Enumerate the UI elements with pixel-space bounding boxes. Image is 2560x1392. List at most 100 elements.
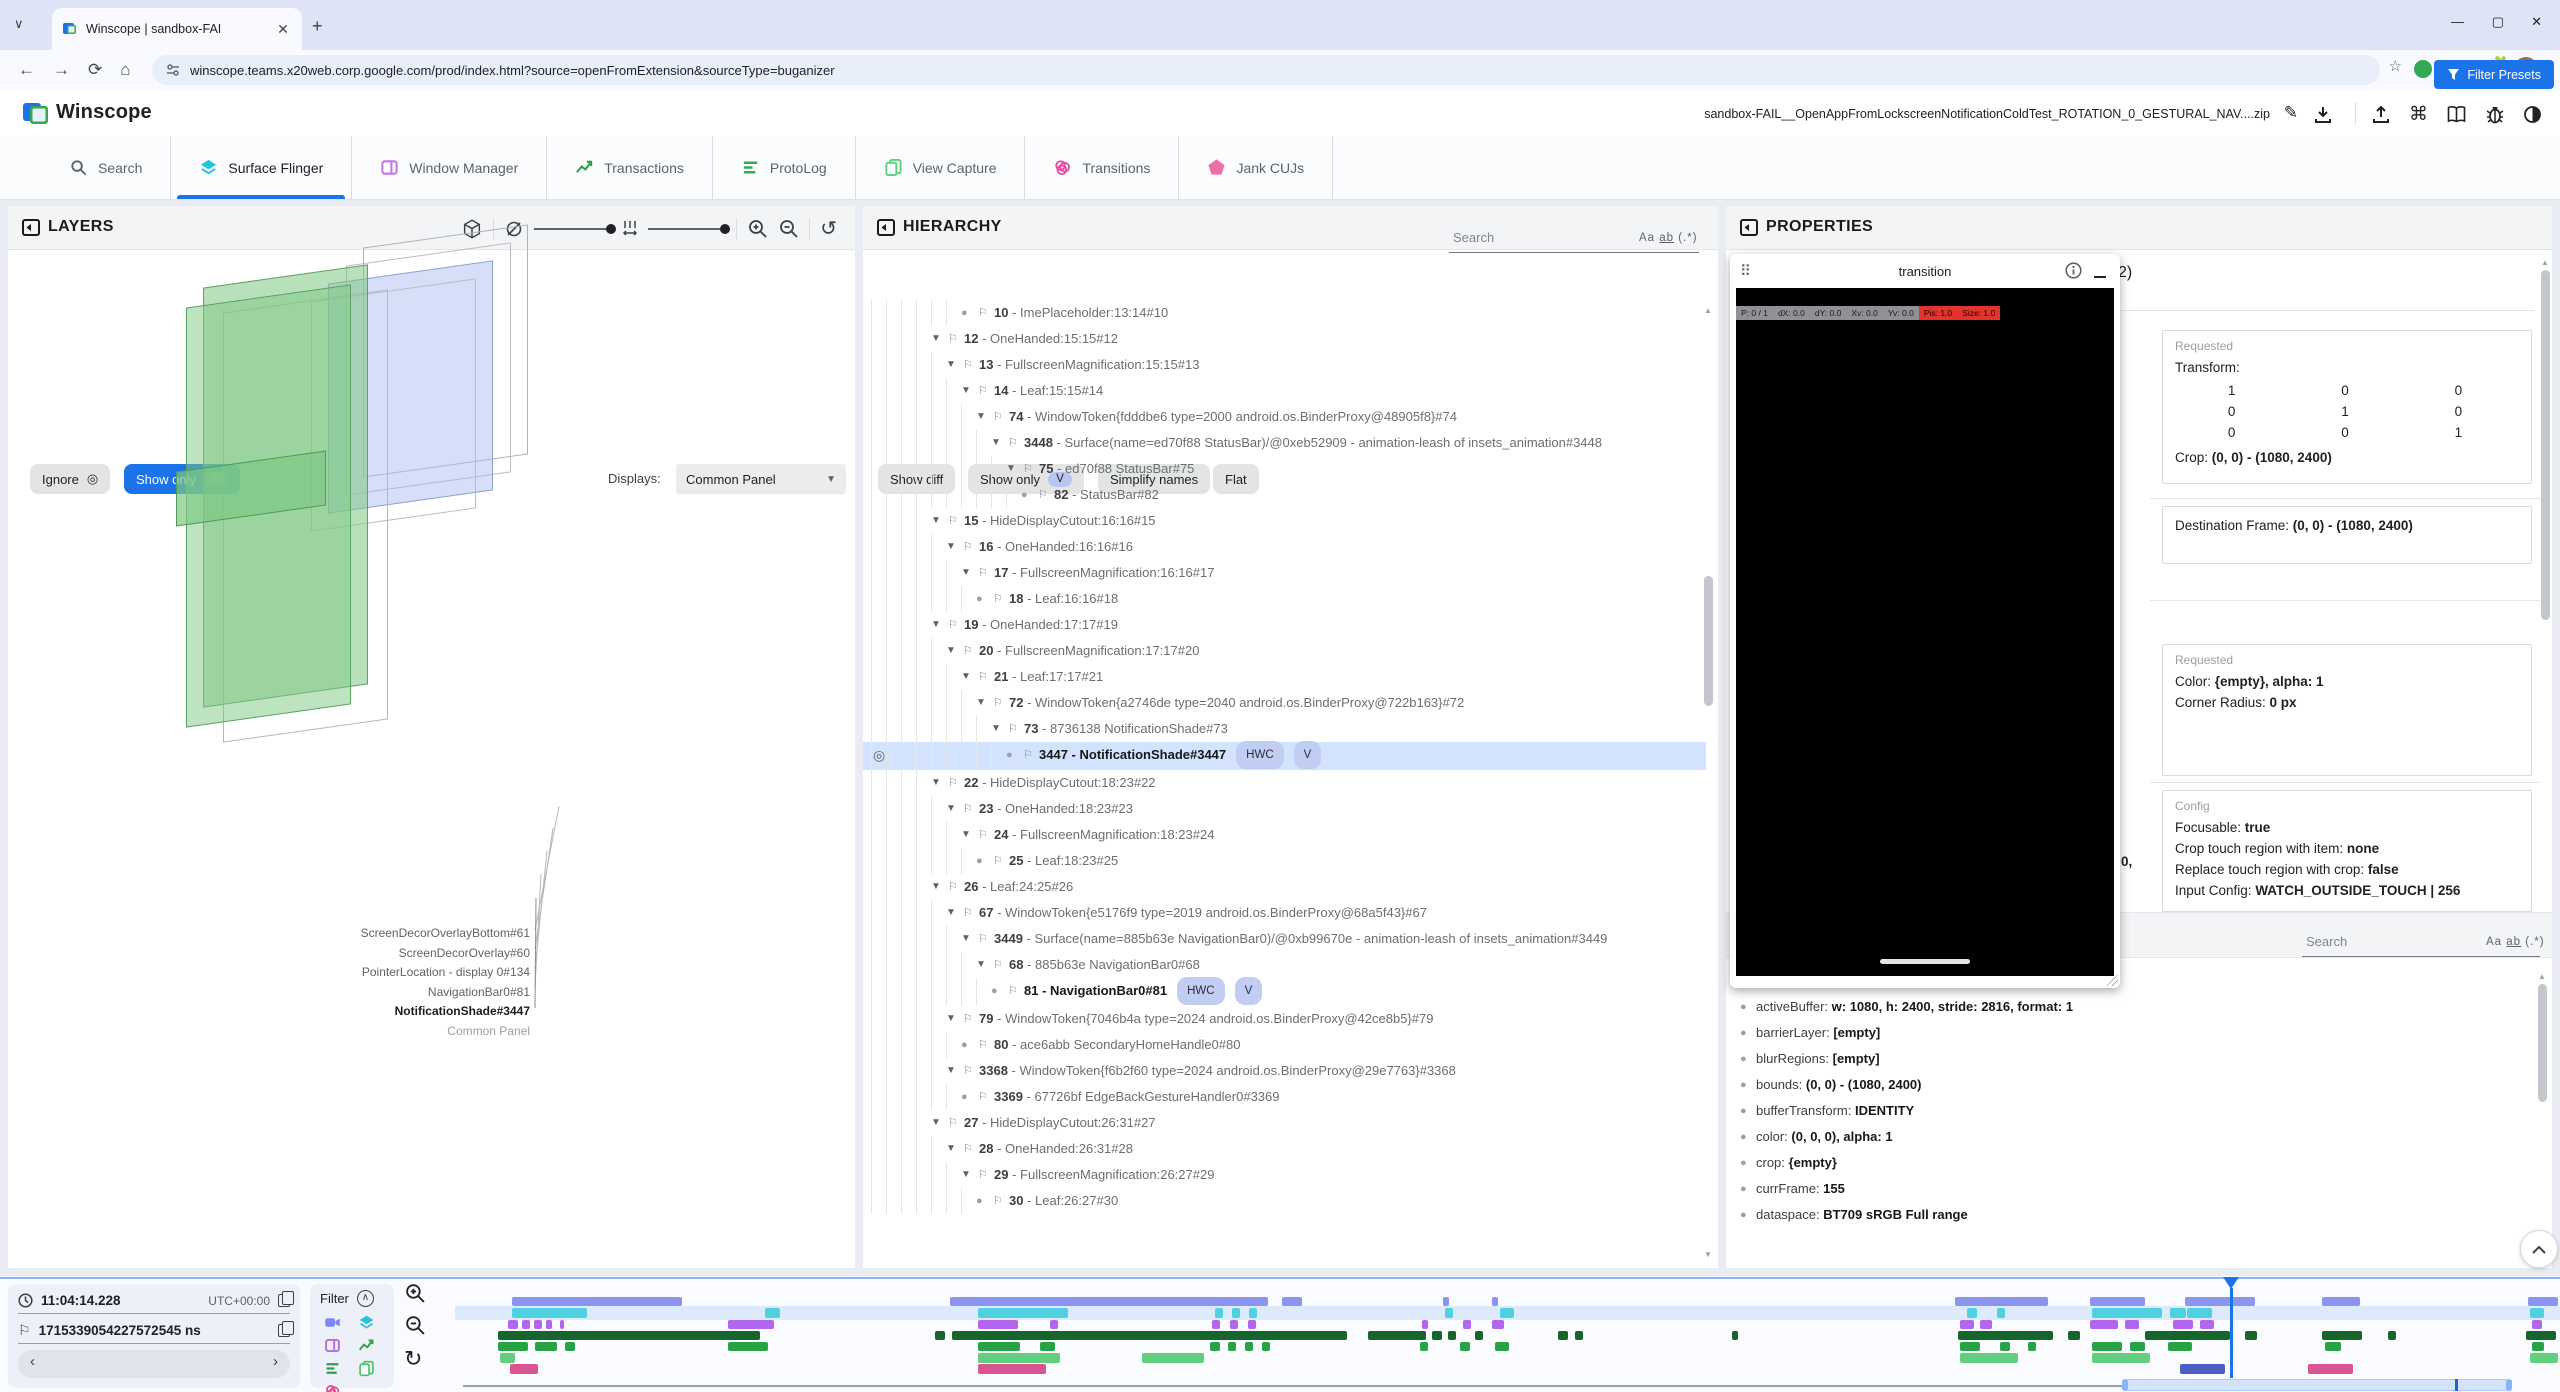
window-manager-trace-segment[interactable] bbox=[546, 1320, 552, 1329]
surface-flinger-trace-segment[interactable] bbox=[978, 1308, 1068, 1318]
expand-timeline-button[interactable] bbox=[2520, 1230, 2558, 1268]
tree-node-3447[interactable]: ◎●⚐3447 - NotificationShade#3447HWCV bbox=[863, 742, 1706, 770]
tab-close-icon[interactable]: ✕ bbox=[274, 21, 292, 38]
transitions-filter-icon[interactable] bbox=[324, 1383, 341, 1392]
edit-icon[interactable]: ✎ bbox=[2284, 103, 2298, 123]
window-manager-trace-segment[interactable] bbox=[2532, 1320, 2542, 1329]
trace-tab-view-capture[interactable]: View Capture bbox=[856, 136, 1026, 199]
surface-flinger-trace-segment[interactable] bbox=[1445, 1308, 1453, 1318]
tree-node-75[interactable]: ▼⚐75 - ed70f88 StatusBar#75 bbox=[863, 456, 1706, 482]
spacing-icon[interactable] bbox=[622, 219, 638, 239]
transactions-trace-segment[interactable] bbox=[1558, 1331, 1568, 1340]
transactions-trace-segment[interactable] bbox=[1475, 1331, 1483, 1340]
properties-scrollbar[interactable] bbox=[2541, 270, 2550, 620]
surface-flinger-trace-segment[interactable] bbox=[2530, 1308, 2544, 1318]
curr-property-bufferTransform[interactable]: ●bufferTransform: IDENTITY bbox=[1726, 1098, 2526, 1124]
browser-tab[interactable]: Winscope | sandbox-FAI ✕ bbox=[52, 8, 302, 50]
tree-node-23[interactable]: ▼⚐23 - OneHanded:18:23#23 bbox=[863, 796, 1706, 822]
tree-node-29[interactable]: ▼⚐29 - FullscreenMagnification:26:27#29 bbox=[863, 1162, 1706, 1188]
surface-flinger-trace-segment[interactable] bbox=[1967, 1308, 1977, 1318]
tree-node-3449[interactable]: ▼⚐3449 - Surface(name=885b63e Navigation… bbox=[863, 926, 1706, 952]
window-maximize-icon[interactable]: ▢ bbox=[2492, 14, 2504, 30]
window-close-icon[interactable]: ✕ bbox=[2531, 14, 2542, 30]
transition-window-titlebar[interactable]: ⠿ transition bbox=[1730, 254, 2120, 288]
expand-arrow-icon[interactable]: ▼ bbox=[946, 534, 963, 560]
protolog-trace-segment[interactable] bbox=[2092, 1342, 2122, 1351]
shortcuts-icon[interactable]: ⌘ bbox=[2409, 103, 2428, 126]
scroll-up-icon[interactable]: ▲ bbox=[2541, 258, 2549, 267]
zoom-in-icon[interactable] bbox=[747, 218, 768, 239]
expand-arrow-icon[interactable]: ▼ bbox=[946, 796, 963, 822]
view-capture-trace-segment[interactable] bbox=[978, 1353, 1060, 1363]
tree-node-19[interactable]: ▼⚐19 - OneHanded:17:17#19 bbox=[863, 612, 1706, 638]
tree-node-3448[interactable]: ▼⚐3448 - Surface(name=ed70f88 StatusBar)… bbox=[863, 430, 1706, 456]
layer-label[interactable]: NavigationBar0#81 bbox=[140, 985, 530, 999]
resize-handle[interactable] bbox=[2106, 974, 2118, 986]
timeline-cursor[interactable] bbox=[2230, 1288, 2233, 1378]
surface-flinger-trace-segment[interactable] bbox=[2092, 1308, 2162, 1318]
transactions-trace-segment[interactable] bbox=[2068, 1331, 2080, 1340]
expand-arrow-icon[interactable]: ▼ bbox=[961, 664, 978, 690]
prev-frame-icon[interactable]: ‹ bbox=[30, 1353, 35, 1370]
protolog-trace-segment[interactable] bbox=[565, 1342, 575, 1351]
protolog-trace-segment[interactable] bbox=[1460, 1342, 1470, 1351]
expand-arrow-icon[interactable]: ▼ bbox=[946, 638, 963, 664]
screen-recording-trace-segment[interactable] bbox=[1282, 1297, 1302, 1306]
expand-arrow-icon[interactable]: ▼ bbox=[1006, 456, 1023, 482]
trace-tab-jank-cujs[interactable]: Jank CUJs bbox=[1179, 136, 1333, 199]
expand-arrow-icon[interactable]: ▼ bbox=[931, 1110, 948, 1136]
protolog-trace-segment[interactable] bbox=[1040, 1342, 1055, 1351]
window-manager-filter-icon[interactable] bbox=[324, 1337, 341, 1354]
eye-icon[interactable]: ◎ bbox=[873, 742, 885, 768]
expand-arrow-icon[interactable]: ▼ bbox=[931, 874, 948, 900]
transactions-trace-segment[interactable] bbox=[1958, 1331, 2053, 1340]
window-manager-trace-segment[interactable] bbox=[978, 1320, 1018, 1329]
tree-node-13[interactable]: ▼⚐13 - FullscreenMagnification:15:15#13 bbox=[863, 352, 1706, 378]
window-manager-trace-segment[interactable] bbox=[1463, 1320, 1471, 1329]
curr-property-bounds[interactable]: ●bounds: (0, 0) - (1080, 2400) bbox=[1726, 1072, 2526, 1098]
zoom-out-icon[interactable] bbox=[778, 218, 799, 239]
trace-tab-window-manager[interactable]: Window Manager bbox=[352, 136, 547, 199]
curr-property-activeBuffer[interactable]: ●activeBuffer: w: 1080, h: 2400, stride:… bbox=[1726, 994, 2526, 1020]
tree-node-72[interactable]: ▼⚐72 - WindowToken{a2746de type=2040 and… bbox=[863, 690, 1706, 716]
protolog-trace-segment[interactable] bbox=[1210, 1342, 1220, 1351]
protolog-trace-segment[interactable] bbox=[2000, 1342, 2010, 1351]
protolog-trace-segment[interactable] bbox=[2130, 1342, 2145, 1351]
tree-node-22[interactable]: ▼⚐22 - HideDisplayCutout:18:23#22 bbox=[863, 770, 1706, 796]
search-options-icons[interactable]: Aa ab (.*) bbox=[2486, 936, 2545, 948]
view-capture-trace-segment[interactable] bbox=[500, 1353, 515, 1363]
curr-property-blurRegions[interactable]: ●blurRegions: [empty] bbox=[1726, 1046, 2526, 1072]
expand-arrow-icon[interactable]: ▼ bbox=[961, 378, 978, 404]
window-manager-trace-segment[interactable] bbox=[1492, 1320, 1504, 1329]
transactions-trace-segment[interactable] bbox=[1448, 1331, 1456, 1340]
window-manager-trace-segment[interactable] bbox=[1980, 1320, 1992, 1329]
window-manager-trace-segment[interactable] bbox=[534, 1320, 542, 1329]
transactions-trace-segment[interactable] bbox=[2388, 1331, 2396, 1340]
tree-node-80[interactable]: ●⚐80 - ace6abb SecondaryHomeHandle0#80 bbox=[863, 1032, 1706, 1058]
tree-node-81[interactable]: ●⚐81 - NavigationBar0#81HWCV bbox=[863, 978, 1706, 1006]
expand-arrow-icon[interactable]: ▼ bbox=[931, 770, 948, 796]
screen-recording-trace-segment[interactable] bbox=[2185, 1297, 2255, 1306]
info-icon[interactable] bbox=[2065, 262, 2082, 279]
tree-node-12[interactable]: ▼⚐12 - OneHanded:15:15#12 bbox=[863, 326, 1706, 352]
scroll-up-icon[interactable]: ▲ bbox=[1704, 306, 1712, 315]
transactions-trace-segment[interactable] bbox=[1432, 1331, 1442, 1340]
window-minimize-icon[interactable]: — bbox=[2451, 14, 2464, 29]
expand-arrow-icon[interactable]: ▼ bbox=[976, 952, 993, 978]
surface-flinger-trace-segment[interactable] bbox=[1500, 1308, 1514, 1318]
transactions-trace-segment[interactable] bbox=[2322, 1331, 2362, 1340]
trace-tab-transactions[interactable]: Transactions bbox=[547, 136, 713, 199]
surface-flinger-trace-segment[interactable] bbox=[1249, 1308, 1257, 1318]
surface-flinger-trace-segment[interactable] bbox=[1215, 1308, 1223, 1318]
surface-flinger-trace-segment[interactable] bbox=[2170, 1308, 2186, 1318]
expand-arrow-icon[interactable]: ▼ bbox=[931, 326, 948, 352]
trace-tab-surface-flinger[interactable]: Surface Flinger bbox=[171, 136, 352, 199]
expand-arrow-icon[interactable]: ▼ bbox=[946, 1136, 963, 1162]
window-manager-trace-segment[interactable] bbox=[508, 1320, 518, 1329]
upload-icon[interactable] bbox=[2372, 106, 2390, 124]
screen-recording-trace-segment[interactable] bbox=[2322, 1297, 2360, 1306]
forward-icon[interactable]: → bbox=[53, 60, 70, 80]
curr-scrollbar[interactable] bbox=[2538, 984, 2547, 1102]
zoom-range-selector[interactable] bbox=[2122, 1379, 2512, 1391]
transactions-trace-segment[interactable] bbox=[2145, 1331, 2230, 1340]
